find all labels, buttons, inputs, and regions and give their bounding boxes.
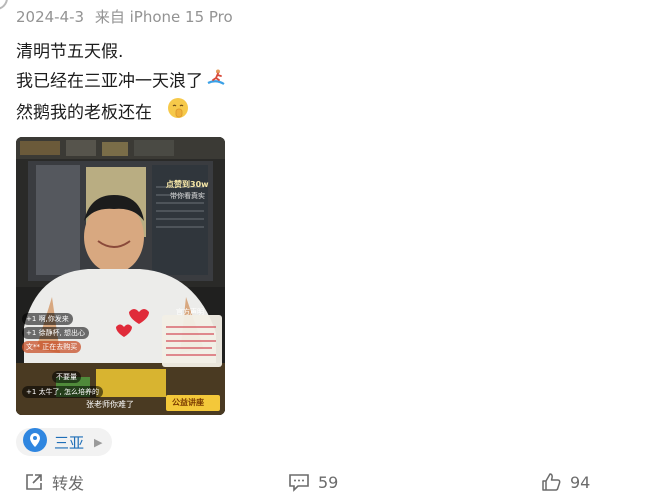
notice-title: 官方声明 [176,308,204,316]
surfer-emoji-icon [207,67,225,96]
action-bar: 转发 59 94 [0,468,645,496]
chat-comment: +1 啊,你发来 [22,313,73,325]
post-body: 清明节五天假. 我已经在三亚冲一天浪了 然鹅我的老板还在 [16,38,225,125]
post-line-3: 然鹅我的老板还在 [16,96,225,125]
charity-badge: 公益讲座 [172,398,204,407]
location-tag[interactable]: 三亚 ▶ [16,427,113,457]
overlay-likes-goal: 点赞到30w [166,180,209,189]
location-label: 三亚 [54,433,85,452]
post-meta: 2024-4-3 来自 iPhone 15 Pro [16,6,233,27]
like-button[interactable]: 94 [540,468,590,496]
comment-icon [288,472,310,492]
chevron-right-icon: ▶ [94,435,103,449]
post-line-2: 我已经在三亚冲一天浪了 [16,67,225,96]
chat-comment: +1 徐静杯, 想出心 [22,327,90,339]
chat-comment: 文** 正在去购买 [22,341,82,353]
share-button[interactable]: 转发 [24,468,84,496]
avatar-edge [0,0,8,10]
post-image[interactable]: 点赞到30w 带你看真实 官方声明 +1 啊,你发来 +1 徐静杯, 想出心 文… [16,137,225,415]
location-pin-icon [22,427,48,457]
comment-button[interactable]: 59 [288,468,338,496]
shh-face-emoji-icon [166,96,190,130]
chat-comment: 不要量 [52,371,81,383]
video-caption: 张老师你难了 [86,400,134,409]
post-date: 2024-4-3 [16,8,85,26]
like-count: 94 [570,472,591,492]
chat-comment: +1 太牛了, 怎么培养的 [22,386,104,398]
overlay-subtitle-top: 带你看真实 [170,192,205,200]
share-icon [24,472,44,492]
post-line-1: 清明节五天假. [16,42,124,62]
thumbs-up-icon [540,471,562,493]
post-source: 来自 iPhone 15 Pro [94,8,233,26]
share-label: 转发 [52,474,85,493]
comment-count: 59 [318,472,339,492]
